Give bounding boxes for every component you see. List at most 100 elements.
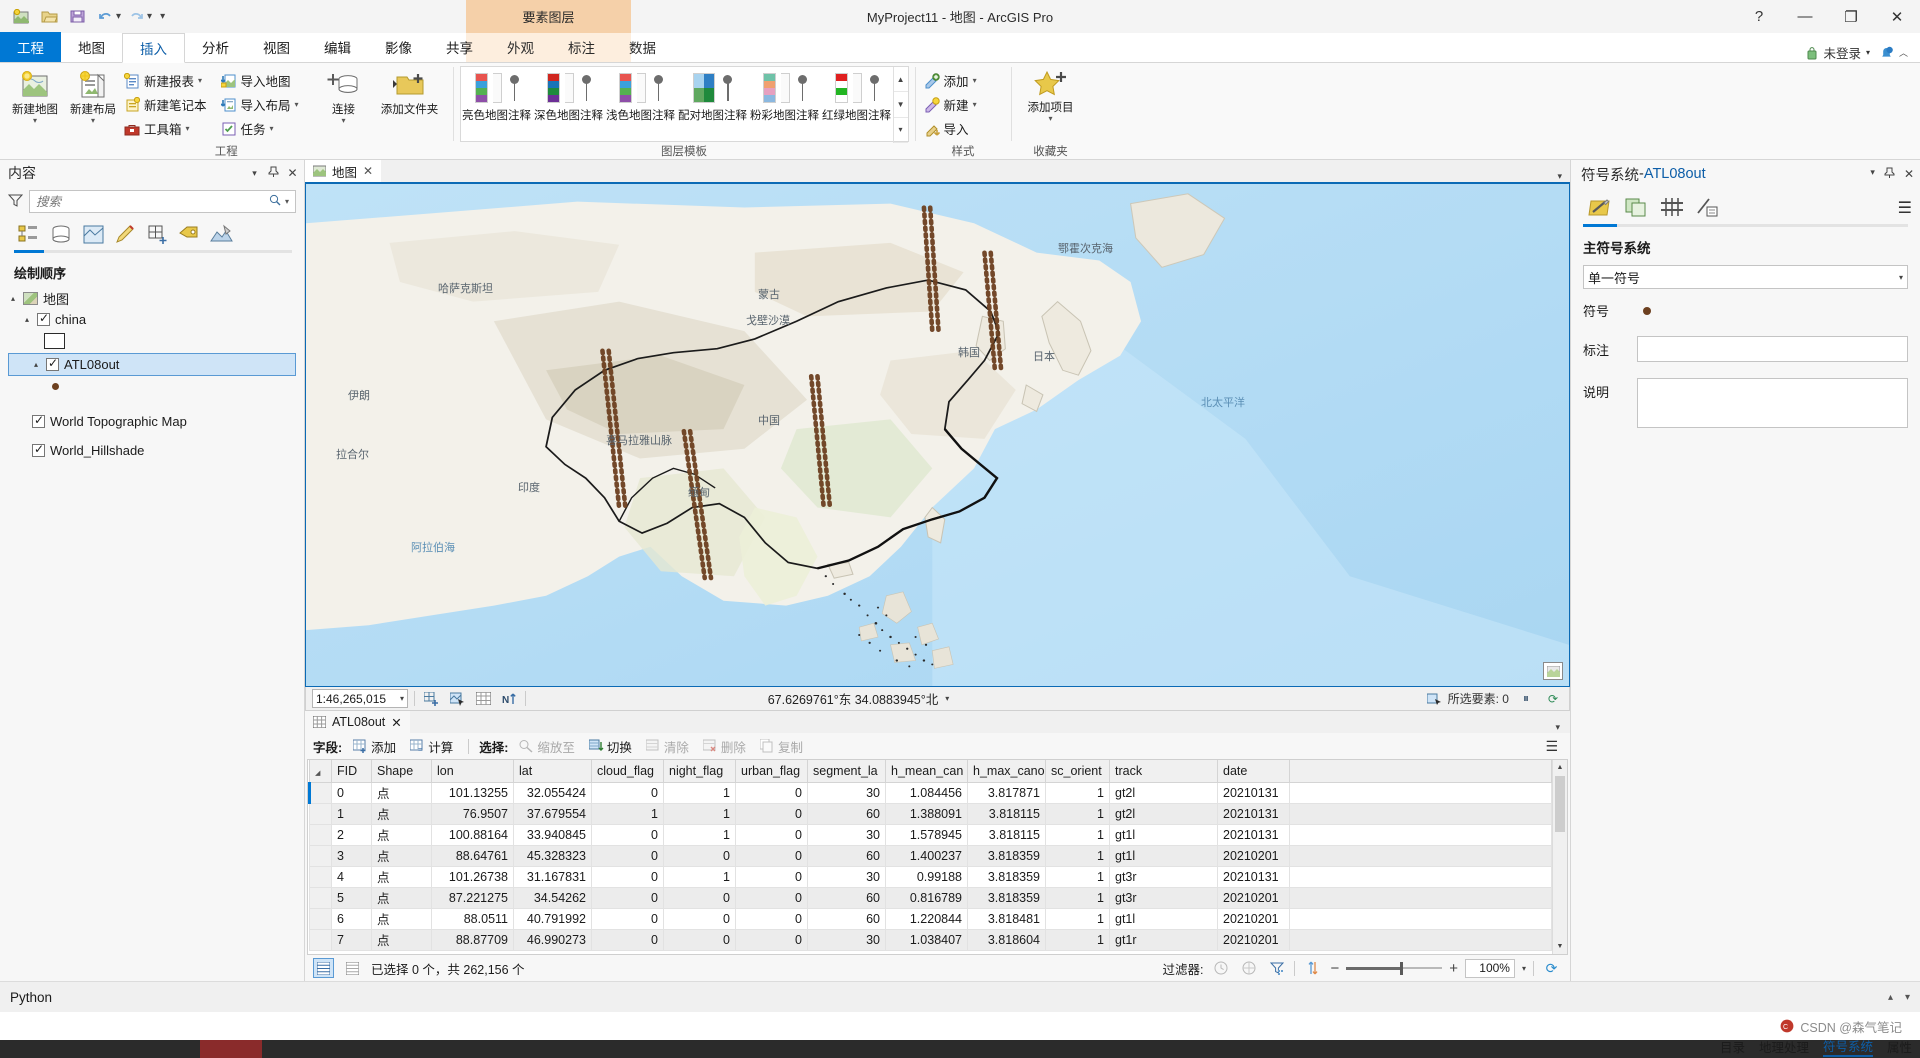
symbology-pin-icon[interactable] <box>1884 167 1895 182</box>
contents-pin-icon[interactable] <box>266 166 281 181</box>
gallery-scrollbar[interactable]: ▲ ▼ ▾ <box>892 67 908 143</box>
tab-view[interactable]: 视图 <box>246 32 307 62</box>
table-zoom-slider[interactable] <box>1346 961 1443 975</box>
customize-qat-icon[interactable]: ▾ <box>160 11 165 22</box>
primary-symbology-combo[interactable]: 单一符号 ▾ <box>1583 265 1908 289</box>
polygon-symbol-swatch[interactable] <box>44 332 65 349</box>
description-field[interactable] <box>1637 378 1908 428</box>
col-header-shape[interactable]: Shape <box>371 760 432 783</box>
search-caret[interactable]: ▾ <box>283 197 291 206</box>
clear-selection-button[interactable]: 清除 <box>641 735 694 758</box>
attribute-grid-vertical-scrollbar[interactable]: ▲ ▼ <box>1552 760 1567 954</box>
col-header-fid[interactable]: FID <box>331 760 372 783</box>
open-project-icon[interactable] <box>36 5 62 29</box>
list-by-selection-icon[interactable] <box>78 221 108 248</box>
attribute-table-tab[interactable]: ATL08out ✕ <box>305 711 410 733</box>
map-scale-caret[interactable]: ▾ <box>400 694 404 703</box>
zoom-in-button[interactable]: + <box>1449 960 1458 977</box>
map-view-tab-menu-caret[interactable]: ▾ <box>1557 171 1570 182</box>
account-menu[interactable]: 未登录 ▾ ︿ <box>1806 43 1920 62</box>
toc-expander-atl08out[interactable]: ▴ <box>31 360 41 369</box>
symbology-close-icon[interactable]: ✕ <box>1904 167 1914 182</box>
row-selector[interactable] <box>309 865 332 888</box>
list-by-drawing-order-icon[interactable] <box>14 221 44 248</box>
list-by-diagram-icon[interactable] <box>206 221 236 248</box>
contents-menu-caret[interactable]: ▾ <box>247 168 262 179</box>
tab-analysis[interactable]: 分析 <box>185 32 246 62</box>
filter-icon[interactable] <box>7 193 24 211</box>
table-row[interactable]: 7 点 88.87709 46.990273 0 0 0 30 1.038407 <box>309 928 1552 951</box>
row-selector[interactable] <box>309 907 332 930</box>
definition-query-icon[interactable] <box>1266 958 1287 978</box>
add-folder-button[interactable]: 添加文件夹 <box>373 67 447 117</box>
overview-map-icon[interactable] <box>1543 662 1563 680</box>
table-row[interactable]: 2 点 100.88164 33.940845 0 1 0 30 1.57894… <box>309 823 1552 846</box>
new-style-button[interactable]: 新建 ▾ <box>922 93 983 116</box>
col-header-night-flag[interactable]: night_flag <box>663 760 736 783</box>
dock-tab-catalog[interactable]: 目录 <box>1720 1037 1745 1056</box>
add-favorite-item-caret[interactable]: ▾ <box>1049 115 1053 123</box>
import-layout-button[interactable]: 导入布局 ▾ <box>219 93 305 116</box>
col-header-sc-orient[interactable]: sc_orient <box>1045 760 1110 783</box>
row-selector[interactable] <box>308 781 332 804</box>
task-button[interactable]: 任务 ▾ <box>219 117 305 140</box>
col-header-h-mean-can[interactable]: h_mean_can <box>885 760 968 783</box>
gallery-item-paired[interactable]: 配对地图注释 <box>677 67 749 123</box>
toolbox-caret[interactable]: ▾ <box>186 124 190 133</box>
new-style-caret[interactable]: ▾ <box>973 100 977 109</box>
table-row[interactable]: 4 点 101.26738 31.167831 0 1 0 30 0.99188 <box>309 865 1552 888</box>
scroll-up-icon[interactable]: ▲ <box>1553 760 1567 775</box>
primary-symbology-caret[interactable]: ▾ <box>1899 273 1903 282</box>
gallery-expand-icon[interactable]: ▾ <box>893 118 908 143</box>
add-data-icon[interactable] <box>421 689 441 708</box>
list-by-editing-icon[interactable] <box>110 221 140 248</box>
calculate-field-button[interactable]: = 计算 <box>405 735 458 758</box>
col-header-h-max-cano[interactable]: h_max_cano <box>967 760 1046 783</box>
toc-expander-china[interactable]: ▴ <box>22 315 32 324</box>
col-header-blank[interactable] <box>1289 760 1552 783</box>
gallery-scroll-up-icon[interactable]: ▲ <box>893 67 908 93</box>
add-field-button[interactable]: 添加 <box>348 735 401 758</box>
connection-caret[interactable]: ▾ <box>342 117 346 125</box>
delete-selection-button[interactable]: 删除 <box>698 735 751 758</box>
tab-project[interactable]: 工程 <box>0 32 61 62</box>
toc-item-map[interactable]: ▴ 地图 <box>0 288 300 309</box>
col-header-lon[interactable]: lon <box>431 760 514 783</box>
row-selector[interactable] <box>309 844 332 867</box>
row-selector[interactable] <box>309 802 332 825</box>
primary-symbology-icon[interactable] <box>1583 192 1617 222</box>
table-row[interactable]: 3 点 88.64761 45.328323 0 0 0 60 1.400237 <box>309 844 1552 867</box>
table-zoom-caret[interactable]: ▾ <box>1522 964 1526 973</box>
row-selector[interactable] <box>309 928 332 951</box>
dock-tab-geoprocessing[interactable]: 地理处理 <box>1759 1037 1809 1056</box>
layer-template-gallery[interactable]: 亮色地图注释 深色地图注释 浅色地图注释 配对地图注释 粉彩地图注释 红绿地图注… <box>459 66 909 143</box>
sort-icon[interactable] <box>1302 958 1323 978</box>
map-coordinates-caret[interactable]: ▾ <box>945 694 949 703</box>
collapse-ribbon-caret[interactable]: ︿ <box>1899 46 1908 59</box>
gallery-item-pastel[interactable]: 粉彩地图注释 <box>749 67 821 123</box>
tab-imagery[interactable]: 影像 <box>368 32 429 62</box>
contents-search-box[interactable]: ▾ <box>29 190 296 213</box>
toc-checkbox-world-hillshade[interactable] <box>32 442 45 457</box>
symbology-menu-icon[interactable]: ☰ <box>1898 198 1912 222</box>
tab-share[interactable]: 共享 <box>429 32 490 62</box>
attribute-grid[interactable]: ◢ FID Shape lon lat cloud_flag night_fla… <box>307 759 1568 955</box>
attribute-table-tab-menu-caret[interactable]: ▾ <box>1555 722 1570 733</box>
table-row[interactable]: 0 点 101.13255 32.055424 0 1 0 30 1.08445… <box>308 781 1552 804</box>
map-view-tab-close-icon[interactable]: ✕ <box>363 164 373 178</box>
undo-icon[interactable] <box>92 5 118 29</box>
table-view-icon[interactable] <box>313 958 334 978</box>
help-icon[interactable]: ? <box>1736 0 1782 33</box>
label-field[interactable] <box>1637 336 1908 362</box>
col-header-lat[interactable]: lat <box>513 760 592 783</box>
toolbox-button[interactable]: 工具箱 ▾ <box>122 117 213 140</box>
row-selector[interactable] <box>309 886 332 909</box>
task-caret[interactable]: ▾ <box>270 124 274 133</box>
search-input[interactable] <box>34 193 267 210</box>
toc-item-world-hillshade[interactable]: World_Hillshade <box>0 440 300 461</box>
time-filter-icon[interactable] <box>1210 958 1231 978</box>
display-filters-icon[interactable] <box>1691 192 1725 222</box>
col-header-urban-flag[interactable]: urban_flag <box>735 760 808 783</box>
zoom-out-button[interactable]: − <box>1330 960 1339 977</box>
toc-checkbox-atl08out[interactable] <box>46 356 59 371</box>
